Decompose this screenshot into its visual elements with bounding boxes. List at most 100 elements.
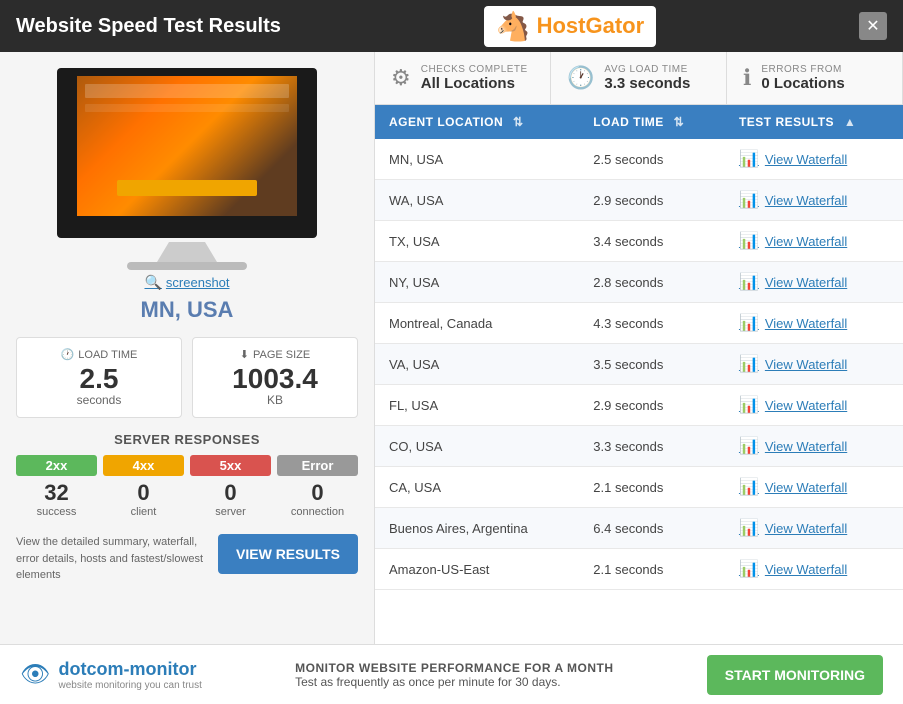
brand-icon: 👁 <box>20 660 50 689</box>
close-button[interactable]: ✕ <box>859 12 887 40</box>
sort-results-icon: ▲ <box>844 115 856 129</box>
load-time-box: 🕐 LOAD TIME 2.5 seconds <box>16 337 182 418</box>
waterfall-link[interactable]: 📊View Waterfall <box>739 272 889 292</box>
monitor-stand <box>157 242 217 262</box>
start-monitoring-button[interactable]: START MONITORING <box>707 655 883 695</box>
waterfall-link[interactable]: 📊View Waterfall <box>739 231 889 251</box>
table-row: FL, USA2.9 seconds📊View Waterfall <box>375 385 903 426</box>
monitor-subtext: Test as frequently as once per minute fo… <box>295 675 613 689</box>
left-panel: 🔍 screenshot MN, USA 🕐 LOAD TIME 2.5 sec… <box>0 52 375 644</box>
waterfall-link[interactable]: 📊View Waterfall <box>739 477 889 497</box>
cell-testresult: 📊View Waterfall <box>725 303 903 344</box>
sort-loadtime-icon: ⇅ <box>674 115 685 129</box>
brand-area: 👁 dotcom-monitor website monitoring you … <box>20 659 202 691</box>
cell-location: Buenos Aires, Argentina <box>375 508 579 549</box>
cell-testresult: 📊View Waterfall <box>725 221 903 262</box>
page-size-value: 1003.4 <box>205 365 345 393</box>
clock-icon: 🕐 <box>567 65 594 91</box>
cell-testresult: 📊View Waterfall <box>725 344 903 385</box>
cell-location: WA, USA <box>375 180 579 221</box>
waterfall-link[interactable]: 📊View Waterfall <box>739 313 889 333</box>
stats-bar: ⚙ CHECKS COMPLETE All Locations 🕐 AVG LO… <box>375 52 903 105</box>
table-row: Montreal, Canada4.3 seconds📊View Waterfa… <box>375 303 903 344</box>
waterfall-link[interactable]: 📊View Waterfall <box>739 190 889 210</box>
cell-loadtime: 3.5 seconds <box>579 344 725 385</box>
stat-avg-text: AVG LOAD TIME 3.3 seconds <box>604 64 690 92</box>
avg-value: 3.3 seconds <box>604 75 690 92</box>
stat-avg-load: 🕐 AVG LOAD TIME 3.3 seconds <box>551 52 727 104</box>
waterfall-link[interactable]: 📊View Waterfall <box>739 354 889 374</box>
brand-text-block: dotcom-monitor website monitoring you ca… <box>58 659 201 691</box>
cell-loadtime: 3.3 seconds <box>579 426 725 467</box>
table-row: NY, USA2.8 seconds📊View Waterfall <box>375 262 903 303</box>
cell-testresult: 📊View Waterfall <box>725 467 903 508</box>
col-location[interactable]: AGENT LOCATION ⇅ <box>375 105 579 139</box>
col-loadtime[interactable]: LOAD TIME ⇅ <box>579 105 725 139</box>
selected-location: MN, USA <box>141 297 234 323</box>
load-time-unit: seconds <box>29 393 169 407</box>
table-body: MN, USA2.5 seconds📊View WaterfallWA, USA… <box>375 139 903 590</box>
sort-location-icon: ⇅ <box>513 115 524 129</box>
cell-testresult: 📊View Waterfall <box>725 508 903 549</box>
cell-location: MN, USA <box>375 139 579 180</box>
waterfall-link[interactable]: 📊View Waterfall <box>739 436 889 456</box>
gear-icon: ⚙ <box>391 65 411 91</box>
waterfall-link[interactable]: 📊View Waterfall <box>739 395 889 415</box>
info-icon: ℹ <box>743 65 751 91</box>
load-time-label: 🕐 LOAD TIME <box>29 348 169 361</box>
stat-checks-text: CHECKS COMPLETE All Locations <box>421 64 528 92</box>
chart-icon: 📊 <box>739 272 759 292</box>
table-row: CA, USA2.1 seconds📊View Waterfall <box>375 467 903 508</box>
label-4xx: client <box>103 506 184 518</box>
count-4xx: 0 <box>103 480 184 506</box>
chart-icon: 📊 <box>739 190 759 210</box>
load-time-value: 2.5 <box>29 365 169 393</box>
cell-location: TX, USA <box>375 221 579 262</box>
chart-icon: 📊 <box>739 436 759 456</box>
cell-location: Montreal, Canada <box>375 303 579 344</box>
page-size-box: ⬇ PAGE SIZE 1003.4 KB <box>192 337 358 418</box>
cell-testresult: 📊View Waterfall <box>725 385 903 426</box>
view-results-button[interactable]: VIEW RESULTS <box>218 534 358 574</box>
response-4xx: 4xx 0 client <box>103 455 184 518</box>
response-2xx: 2xx 32 success <box>16 455 97 518</box>
table-row: TX, USA3.4 seconds📊View Waterfall <box>375 221 903 262</box>
chart-icon: 📊 <box>739 395 759 415</box>
stat-checks: ⚙ CHECKS COMPLETE All Locations <box>375 52 551 104</box>
left-bottom: View the detailed summary, waterfall, er… <box>16 534 358 584</box>
cell-location: CO, USA <box>375 426 579 467</box>
chart-icon: 📊 <box>739 149 759 169</box>
response-5xx: 5xx 0 server <box>190 455 271 518</box>
table-row: Amazon-US-East2.1 seconds📊View Waterfall <box>375 549 903 590</box>
badge-error: Error <box>277 455 358 476</box>
cell-location: CA, USA <box>375 467 579 508</box>
waterfall-link[interactable]: 📊View Waterfall <box>739 559 889 579</box>
page-size-label: ⬇ PAGE SIZE <box>205 348 345 361</box>
monitor-base <box>127 262 247 270</box>
badge-4xx: 4xx <box>103 455 184 476</box>
screenshot-link[interactable]: 🔍 screenshot <box>144 274 229 291</box>
waterfall-link[interactable]: 📊View Waterfall <box>739 149 889 169</box>
table-row: Buenos Aires, Argentina6.4 seconds📊View … <box>375 508 903 549</box>
brand-tagline: website monitoring you can trust <box>58 680 201 691</box>
cell-location: NY, USA <box>375 262 579 303</box>
table-row: WA, USA2.9 seconds 📊View Waterfall <box>375 180 903 221</box>
badge-2xx: 2xx <box>16 455 97 476</box>
monitor-display <box>57 68 317 238</box>
chart-icon: 📊 <box>739 231 759 251</box>
cell-testresult: 📊View Waterfall <box>725 549 903 590</box>
right-panel: ⚙ CHECKS COMPLETE All Locations 🕐 AVG LO… <box>375 52 903 644</box>
waterfall-link[interactable]: 📊View Waterfall <box>739 518 889 538</box>
label-2xx: success <box>16 506 97 518</box>
stat-errors: ℹ ERRORS FROM 0 Locations <box>727 52 903 104</box>
label-error: connection <box>277 506 358 518</box>
checks-value: All Locations <box>421 75 528 92</box>
table-row: MN, USA2.5 seconds📊View Waterfall <box>375 139 903 180</box>
cell-loadtime: 2.9 seconds <box>579 385 725 426</box>
chart-icon: 📊 <box>739 354 759 374</box>
logo-text: HostGator <box>537 13 645 39</box>
cell-testresult: 📊View Waterfall <box>725 426 903 467</box>
col-testresults[interactable]: TEST RESULTS ▲ <box>725 105 903 139</box>
response-error: Error 0 connection <box>277 455 358 518</box>
cell-loadtime: 2.9 seconds <box>579 180 725 221</box>
